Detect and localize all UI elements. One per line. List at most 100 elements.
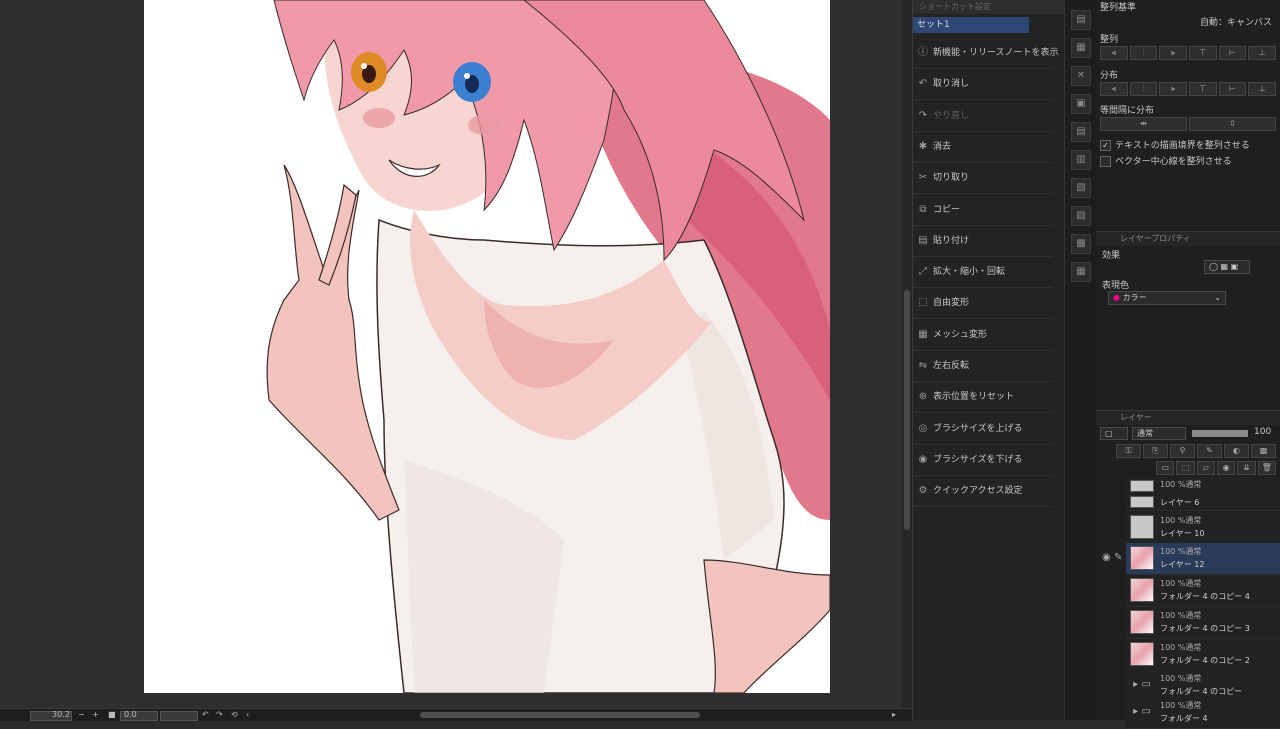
eye-icon[interactable]: ◉ [1102,552,1111,563]
reset-view-icon: ⊕ [918,391,928,403]
vector-center-label: ベクター中心線を整列させる [1115,157,1232,167]
panel-tab-icon[interactable]: ▤ [1071,122,1091,142]
command-item[interactable]: ✱ 消去 [913,132,1053,163]
command-item[interactable]: ⊕ 表示位置をリセット [913,382,1053,414]
panel-tab-icon[interactable]: ✕ [1071,66,1091,86]
command-item[interactable]: ⇋ 左右反転 [913,351,1053,382]
color-icon[interactable]: ▩ [1251,444,1276,458]
distribute-vcenter-icon[interactable]: ⊢ [1218,82,1247,96]
distribute-hcenter-icon[interactable]: ⫶ [1129,82,1158,96]
new-layer-icon[interactable]: ▭ [1156,461,1175,475]
layer-color-icon[interactable]: ◐ [1224,444,1249,458]
command-item-label: 貼り付け [933,235,970,246]
scroll-right-icon[interactable]: ▸ [892,710,896,719]
flip-horizontal-icon[interactable]: ‹ [246,710,249,719]
panel-tab-icon[interactable]: ▣ [1071,94,1091,114]
new-folder-icon[interactable]: ▱ [1196,461,1215,475]
effect-label: 効果 [1102,251,1121,261]
panel-tab-icon[interactable]: ▤ [1071,10,1091,30]
reset-rotation-icon[interactable]: ⟲ [231,710,238,719]
text-bounds-check-box[interactable]: ✓ [1100,140,1111,151]
equal-spacing-vertical-icon[interactable]: ⇳ [1189,117,1276,131]
command-item[interactable]: ⓘ 新機能・リリースノートを表示 [913,38,1059,69]
opacity-value[interactable]: 100 [1254,427,1271,437]
layer-row[interactable]: 100 %通常 フォルダー 4 のコピー 3 [1126,607,1280,639]
panel-tab-icon[interactable]: ▥ [1071,150,1091,170]
layer-row[interactable]: 100 %通常 フォルダー 4 のコピー 4 [1126,575,1280,607]
canvas-horizontal-scrollbar[interactable] [420,712,700,718]
canvas-workspace[interactable] [0,0,902,708]
vector-center-checkbox[interactable]: ベクター中心線を整列させる [1100,154,1232,167]
merge-icon[interactable]: ⇊ [1237,461,1256,475]
layer-row[interactable]: ▸ ▭ 100 %通常 フォルダー 4 [1126,697,1280,729]
command-item-label: 切り取り [933,173,970,184]
align-bottom-icon[interactable]: ⊥ [1248,46,1277,60]
layer-thumbnail [1130,480,1154,492]
command-item[interactable]: ◉ ブラシサイズを下げる [913,445,1053,476]
effect-buttons[interactable]: ◯ ▦ ▣ [1204,260,1250,274]
panel-tab-icon[interactable]: ▦ [1071,262,1091,282]
vector-center-check-box[interactable] [1100,156,1111,167]
align-base-value[interactable]: 自動：キャンバス [1200,15,1272,28]
zoom-value: 30.2 [52,710,70,719]
rotate-right-icon[interactable]: ↷ [216,710,223,719]
panel-tab-icon[interactable]: ▩ [1071,234,1091,254]
rotate-left-icon[interactable]: ↶ [202,710,209,719]
command-item-label: 新機能・リリースノートを表示 [933,48,1059,58]
draft-icon[interactable]: ✎ [1197,444,1222,458]
info-icon: ⓘ [918,47,928,58]
zoom-out-icon[interactable]: − [78,710,85,719]
align-right-icon[interactable]: ⫸ [1159,46,1188,60]
reference-icon[interactable]: ⚲ [1170,444,1195,458]
distribute-bottom-icon[interactable]: ⊥ [1248,82,1277,96]
scrollbar-thumb[interactable] [904,290,910,530]
new-vector-icon[interactable]: ⬚ [1176,461,1195,475]
canvas-vertical-scrollbar[interactable] [902,0,912,708]
lock-icon[interactable]: ⚿ [1116,444,1141,458]
layer-row[interactable]: レイヤー 6 [1126,494,1280,511]
layer-type-dropdown[interactable]: ▢ [1100,427,1128,440]
distribute-left-icon[interactable]: ⫷ [1100,82,1128,96]
layer-thumbnail [1130,578,1154,602]
align-vcenter-icon[interactable]: ⊢ [1218,46,1247,60]
command-item[interactable]: ⚙ クイックアクセス設定 [913,476,1053,508]
command-item[interactable]: ✂ 切り取り [913,163,1053,195]
panel-tab-icon[interactable]: ▨ [1071,206,1091,226]
panel-tab-icon[interactable]: ▦ [1071,38,1091,58]
layer-row[interactable]: 100 %通常 フォルダー 4 のコピー 2 [1126,639,1280,671]
opacity-slider[interactable] [1192,430,1248,437]
layer-row[interactable]: 100 %通常 レイヤー 10 [1126,512,1280,544]
align-top-icon[interactable]: ⊤ [1189,46,1217,60]
drawing-canvas[interactable] [144,0,830,693]
command-item[interactable]: ⬚ 自由変形 [913,288,1053,320]
align-hcenter-icon[interactable]: ⫶ [1129,46,1158,60]
command-item-label: 表示位置をリセット [933,392,1015,403]
layer-row[interactable]: 100 %通常 レイヤー 12 [1126,543,1280,575]
command-item-label: 自由変形 [933,298,970,309]
layer-name: フォルダー 4 のコピー 4 [1160,592,1250,601]
command-item[interactable]: ⤢ 拡大・縮小・回転 [913,257,1053,289]
command-item[interactable]: ⧉ コピー [913,195,1053,226]
delete-icon[interactable]: 🗑 [1257,461,1276,475]
command-set-selector[interactable]: セット1 [913,17,1029,33]
command-item[interactable]: ◎ ブラシサイズを上げる [913,414,1053,445]
equal-spacing-horizontal-icon[interactable]: ⇹ [1100,117,1187,131]
layer-row[interactable]: 100 %通常 [1126,478,1280,495]
clip-icon[interactable]: ⎘ [1143,444,1168,458]
zoom-in-icon[interactable]: + [92,710,99,719]
align-left-icon[interactable]: ⫷ [1100,46,1128,60]
layer-thumbnail [1130,642,1154,666]
command-item[interactable]: ▦ メッシュ変形 [913,320,1053,351]
panel-tab-icon[interactable]: ▧ [1071,178,1091,198]
gear-icon: ⚙ [918,485,928,497]
fit-icon[interactable]: ■ [108,710,116,719]
command-item[interactable]: ▤ 貼り付け [913,226,1053,257]
mask-icon[interactable]: ◉ [1216,461,1236,475]
distribute-top-icon[interactable]: ⊤ [1189,82,1217,96]
text-bounds-checkbox[interactable]: ✓ テキストの描画境界を整列させる [1100,138,1250,151]
pen-icon[interactable]: ✎ [1114,552,1122,563]
command-item[interactable]: ↶ 取り消し [913,69,1053,101]
distribute-right-icon[interactable]: ⫸ [1159,82,1188,96]
blend-mode-dropdown[interactable]: 通常 [1132,427,1186,440]
expression-color-dropdown[interactable]: ● カラー ⌄ [1108,291,1226,305]
